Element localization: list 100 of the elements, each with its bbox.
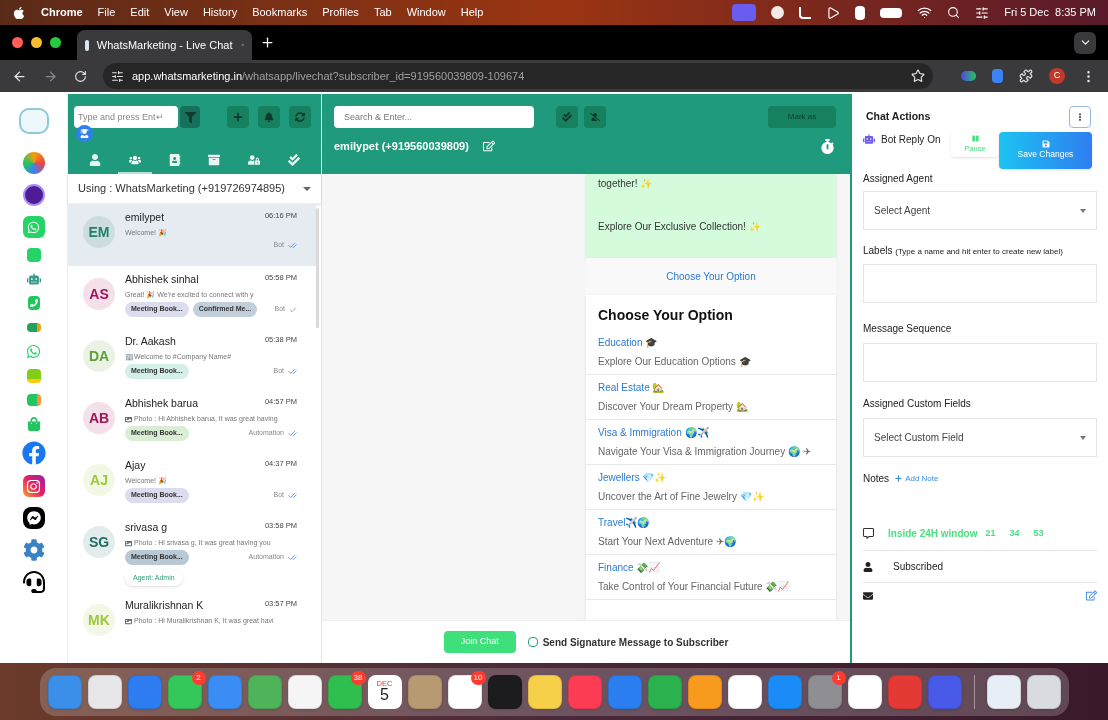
contact-name: Dr. Aakash (125, 334, 177, 349)
filter-icon (184, 111, 196, 123)
notification-badge: 10 (470, 670, 486, 685)
contact-avatar: SG (83, 526, 115, 558)
sequence-field[interactable] (863, 343, 1097, 382)
contact-avatar: EM (83, 216, 115, 248)
refresh-button[interactable] (289, 106, 311, 128)
contact-avatar: AS (83, 278, 115, 310)
cloud-extension-icon[interactable] (961, 71, 976, 81)
labels-field[interactable] (863, 264, 1097, 303)
edit-icon[interactable] (1086, 590, 1097, 601)
messenger-icon[interactable] (22, 507, 45, 529)
whatsapp-icon[interactable] (26, 248, 41, 262)
app-icon[interactable] (687, 674, 722, 709)
unassign-button[interactable] (584, 106, 606, 128)
search-icon[interactable] (947, 6, 961, 19)
filter-button[interactable] (180, 106, 200, 128)
app-icon[interactable] (527, 674, 562, 709)
panel-title: Chat Actions (866, 109, 932, 125)
tab-list-button[interactable] (1074, 31, 1096, 54)
option-item[interactable]: Visa & Immigration 🌍✈ Navigate Your Visa & Immigration Journey 🌍 ✈ (586, 420, 836, 465)
app-icon[interactable] (986, 674, 1021, 709)
whatsapp-icon[interactable] (26, 344, 41, 359)
forward-icon[interactable] (43, 68, 58, 84)
address-field[interactable]: app.whatsmarketing.in/whatsapp/livechat?subscriber_id=919560039809-109674 (103, 63, 933, 89)
save-icon (1041, 140, 1050, 149)
app-icon[interactable] (727, 674, 762, 709)
site-settings-icon[interactable] (111, 69, 124, 83)
add-note-link[interactable]: Add Note (894, 472, 939, 485)
apple-icon[interactable] (12, 5, 26, 20)
app-icon[interactable] (1026, 674, 1061, 709)
menu-item[interactable]: Window (406, 4, 446, 21)
app-icon[interactable] (447, 674, 482, 709)
browser-tab[interactable]: WhatsMarketing - Live Chat (77, 30, 252, 60)
options-title: Choose Your Option (597, 306, 734, 325)
message-text: together! ✨ (598, 177, 654, 191)
option-item[interactable]: Jewellers 💎✨ Uncover the Art of Fine Jewelry 💎✨ (586, 465, 836, 510)
menu-item[interactable]: Edit (130, 4, 150, 21)
extension-icon[interactable] (992, 69, 1003, 83)
menu-item[interactable]: Tab (373, 4, 392, 21)
custom-field-select[interactable]: Select Custom Field (863, 418, 1097, 457)
stopwatch-icon[interactable] (820, 138, 835, 154)
scrollbar[interactable] (316, 208, 319, 328)
option-item[interactable]: Finance 💸📈 Take Control of Your Financial Future 💸📈 (586, 555, 836, 600)
whatsapp-business-icon[interactable] (22, 216, 45, 238)
menu-item[interactable]: File (97, 4, 116, 21)
tab-title: WhatsMarketing - Live Chat (96, 37, 233, 53)
app-status-icon[interactable] (771, 6, 785, 19)
menu-item[interactable]: View (164, 4, 188, 21)
contact-name: Muralikrishnan K (125, 598, 205, 614)
more-button[interactable] (1069, 106, 1091, 128)
profile-avatar[interactable]: C (1049, 68, 1065, 84)
search-field[interactable]: Search & Enter... (334, 106, 534, 128)
search-field[interactable]: Type and press Ent↵ (74, 106, 178, 128)
extensions-icon[interactable] (1019, 69, 1033, 83)
shopping-bag-icon[interactable] (26, 417, 41, 431)
agent-select[interactable]: Select Agent (863, 191, 1097, 230)
control-center-icon[interactable] (975, 5, 990, 20)
screen-share-icon[interactable] (732, 4, 757, 21)
menu-item[interactable]: Bookmarks (252, 4, 308, 21)
signature-checkbox[interactable] (527, 637, 538, 647)
wifi-icon[interactable] (917, 5, 933, 20)
add-button[interactable] (227, 106, 249, 128)
app-icon[interactable] (87, 674, 122, 709)
app-icon[interactable] (847, 674, 882, 709)
app-logo[interactable] (18, 108, 49, 134)
option-item[interactable]: Real Estate 🏡 Discover Your Dream Property 🏡 (586, 375, 836, 420)
user-lock-icon (248, 154, 261, 166)
kebab-icon (1076, 113, 1084, 121)
menu-item[interactable]: Help (460, 4, 484, 21)
option-item[interactable]: Travel✈🌍 Start Your Next Adventure ✈🌍 (586, 510, 836, 555)
reload-icon[interactable] (74, 69, 87, 83)
menu-item[interactable]: History (202, 4, 238, 21)
graduation-icon[interactable] (76, 125, 93, 142)
contact-avatar: MK (83, 604, 115, 637)
menu-item[interactable]: Profiles (322, 4, 359, 21)
back-icon[interactable] (12, 68, 27, 84)
contact-title: emilypet (+919560039809) (334, 138, 469, 154)
phone-icon[interactable] (27, 296, 40, 310)
battery-icon[interactable] (880, 7, 903, 18)
zoom-window-icon[interactable] (50, 37, 61, 48)
facebook-icon[interactable] (21, 441, 46, 465)
menu-item[interactable]: Chrome (41, 4, 83, 21)
app-icon[interactable] (287, 674, 322, 709)
play-icon[interactable] (826, 5, 841, 20)
robot-icon[interactable] (26, 272, 41, 286)
new-tab-icon[interactable] (260, 35, 275, 50)
minimize-window-icon[interactable] (31, 37, 42, 48)
option-item[interactable]: Education 🎓 Explore Our Education Options 🎓 (586, 330, 836, 375)
chat-bubble-icon[interactable] (22, 184, 45, 206)
instagram-icon[interactable] (22, 475, 45, 497)
mark-read-button[interactable] (556, 106, 578, 128)
countdown-number: 53 (1033, 526, 1044, 540)
notification-button[interactable] (258, 106, 280, 128)
bookmark-star-icon[interactable] (911, 69, 925, 83)
headset-icon[interactable] (22, 571, 45, 593)
clock[interactable]: Fri 5 Dec 8:35 PM (1004, 4, 1096, 21)
settings-icon[interactable] (22, 539, 45, 561)
speedometer-icon[interactable] (22, 152, 45, 174)
close-window-icon[interactable] (12, 37, 23, 48)
